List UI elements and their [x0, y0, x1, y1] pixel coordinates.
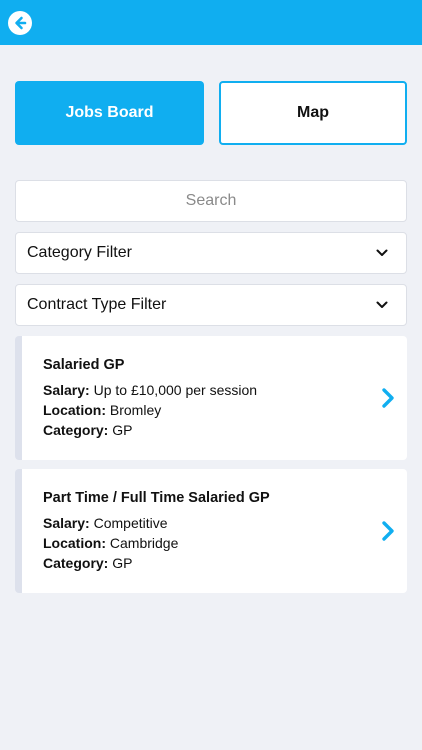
chevron-right-icon[interactable] [379, 519, 397, 543]
location-value: Cambridge [109, 535, 179, 551]
salary-value: Up to £10,000 per session [93, 382, 258, 398]
job-salary-row: Salary: Up to £10,000 per session [43, 380, 367, 400]
location-value: Bromley [109, 402, 162, 418]
chevron-right-icon[interactable] [379, 386, 397, 410]
job-card-content: Part Time / Full Time Salaried GP Salary… [43, 489, 367, 573]
chevron-down-icon [376, 249, 388, 256]
salary-value: Competitive [93, 515, 168, 531]
location-label: Location: [43, 535, 106, 551]
job-title: Part Time / Full Time Salaried GP [43, 490, 270, 506]
category-label: Category: [43, 555, 109, 571]
category-value: GP [112, 555, 133, 571]
job-card-content: Salaried GP Salary: Up to £10,000 per se… [43, 356, 367, 440]
job-category-row: Category: GP [43, 553, 367, 573]
top-app-bar [0, 0, 422, 45]
arrow-left-circle-icon [15, 16, 27, 30]
salary-label: Salary: [43, 515, 90, 531]
job-location-row: Location: Bromley [43, 400, 367, 420]
location-label: Location: [43, 402, 106, 418]
job-location-row: Location: Cambridge [43, 533, 367, 553]
salary-label: Salary: [43, 382, 90, 398]
job-card[interactable]: Salaried GP Salary: Up to £10,000 per se… [15, 336, 407, 460]
category-filter-label: Category Filter [27, 244, 132, 261]
chevron-down-icon [376, 301, 388, 308]
category-label: Category: [43, 422, 109, 438]
job-category-row: Category: GP [43, 420, 367, 440]
back-button[interactable] [8, 11, 32, 35]
category-value: GP [112, 422, 133, 438]
contract-type-filter-label: Contract Type Filter [27, 296, 167, 313]
job-title: Salaried GP [43, 357, 125, 373]
job-card[interactable]: Part Time / Full Time Salaried GP Salary… [15, 469, 407, 593]
map-tab[interactable]: Map [219, 81, 407, 145]
jobs-board-tab[interactable]: Jobs Board [15, 81, 204, 145]
contract-type-filter-select[interactable]: Contract Type Filter [15, 284, 407, 326]
category-filter-select[interactable]: Category Filter [15, 232, 407, 274]
search-input[interactable] [15, 180, 407, 222]
job-salary-row: Salary: Competitive [43, 513, 367, 533]
